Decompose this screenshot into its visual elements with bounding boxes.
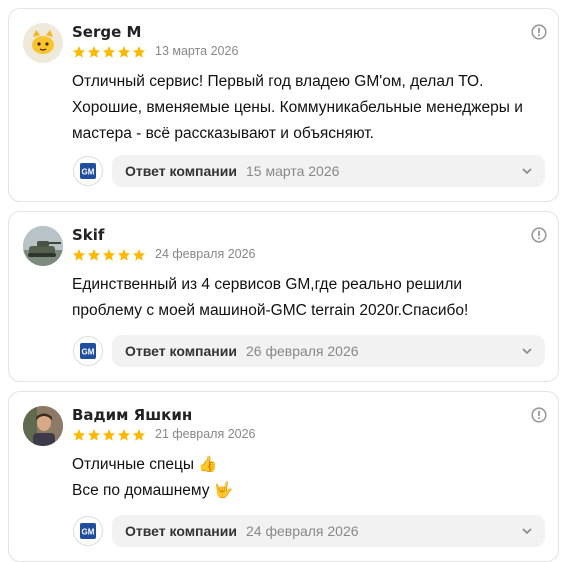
company-reply-toggle[interactable]: Ответ компании 15 марта 2026	[112, 155, 545, 187]
review-card: Serge M 13 марта 2026 Отличный сервис! П…	[8, 8, 559, 202]
star-icon	[87, 46, 101, 58]
star-icon	[132, 46, 146, 58]
info-icon[interactable]	[531, 24, 547, 40]
info-icon[interactable]	[531, 407, 547, 423]
star-icon	[132, 429, 146, 441]
review-text-line: Все по домашнему 🤟	[72, 482, 234, 499]
review-card: Вадим Яшкин 21 февраля 2026 Отличные спе…	[8, 391, 559, 562]
review-date: 24 февраля 2026	[155, 247, 256, 261]
review-text: Отличные спецы 👍 Все по домашнему 🤟	[72, 452, 552, 504]
review-author[interactable]: Вадим Яшкин	[72, 406, 192, 424]
chevron-down-icon	[522, 528, 532, 535]
star-icon	[72, 429, 86, 441]
person-photo	[23, 406, 63, 446]
company-logo: GM	[73, 516, 103, 546]
star-icon	[102, 249, 116, 261]
svg-text:GM: GM	[82, 168, 95, 177]
review-text-line: Хорошие, вменяемые цены. Коммуникабельны…	[72, 99, 523, 116]
review-text-line: Единственный из 4 сервисов GM,где реальн…	[72, 276, 463, 293]
svg-text:GM: GM	[82, 348, 95, 357]
review-author[interactable]: Skif	[72, 226, 104, 244]
rating-stars	[72, 248, 146, 262]
reply-label: Ответ компании	[125, 523, 237, 539]
review-text-line: Отличные спецы 👍	[72, 456, 218, 473]
reply-label: Ответ компании	[125, 343, 237, 359]
company-reply-toggle[interactable]: Ответ компании 26 февраля 2026	[112, 335, 545, 367]
avatar[interactable]	[23, 406, 63, 446]
review-text-line: мастера - всё рассказывают и объясняют.	[72, 125, 374, 142]
reply-date: 24 февраля 2026	[245, 523, 359, 539]
star-icon	[87, 249, 101, 261]
rating-stars	[72, 45, 146, 59]
gm-logo-icon: GM	[80, 343, 96, 359]
review-text: Единственный из 4 сервисов GM,где реальн…	[72, 272, 552, 324]
star-icon	[72, 249, 86, 261]
star-icon	[117, 429, 131, 441]
review-author[interactable]: Serge M	[72, 23, 141, 41]
review-date: 13 марта 2026	[155, 44, 239, 58]
company-logo: GM	[73, 156, 103, 186]
reply-date: 26 февраля 2026	[245, 343, 359, 359]
avatar[interactable]	[23, 23, 63, 63]
star-icon	[117, 46, 131, 58]
review-text: Отличный сервис! Первый год владею GM'ом…	[72, 69, 552, 147]
cat-face-icon	[23, 23, 63, 63]
star-icon	[132, 249, 146, 261]
star-icon	[117, 249, 131, 261]
star-icon	[72, 46, 86, 58]
tank-photo	[23, 226, 63, 266]
rating-stars	[72, 428, 146, 442]
review-date: 21 февраля 2026	[155, 427, 256, 441]
chevron-down-icon	[522, 168, 532, 175]
review-text-line: проблему с моей машиной-GMC terrain 2020…	[72, 302, 469, 319]
chevron-down-icon	[522, 348, 532, 355]
reply-label: Ответ компании	[125, 163, 237, 179]
star-icon	[102, 46, 116, 58]
review-card: Skif 24 февраля 2026 Единственный из 4 с…	[8, 211, 559, 382]
review-text-line: Отличный сервис! Первый год владею GM'ом…	[72, 73, 484, 90]
company-logo: GM	[73, 336, 103, 366]
svg-text:GM: GM	[82, 528, 95, 537]
gm-logo-icon: GM	[80, 523, 96, 539]
company-reply-toggle[interactable]: Ответ компании 24 февраля 2026	[112, 515, 545, 547]
star-icon	[102, 429, 116, 441]
gm-logo-icon: GM	[80, 163, 96, 179]
star-icon	[87, 429, 101, 441]
avatar[interactable]	[23, 226, 63, 266]
reply-date: 15 марта 2026	[245, 163, 340, 179]
info-icon[interactable]	[531, 227, 547, 243]
